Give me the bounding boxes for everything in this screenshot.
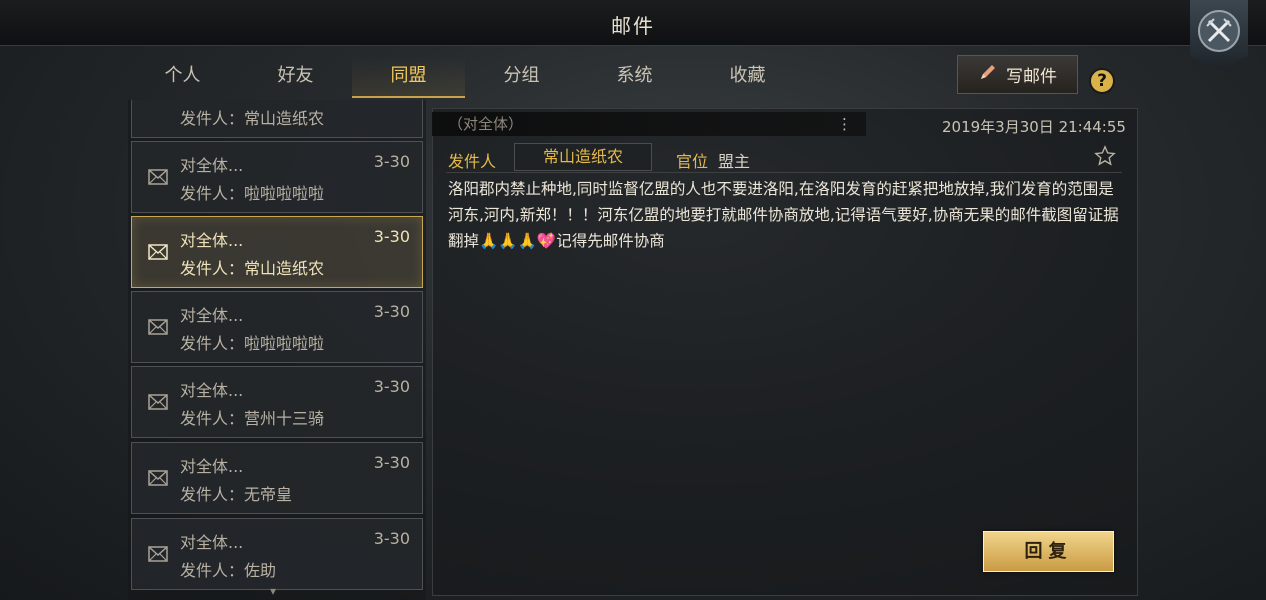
mail-sender: 发件人：常山造纸农	[180, 259, 325, 278]
title-bar: 邮件	[0, 0, 1266, 46]
mail-subject: 对全体...	[180, 533, 244, 552]
more-options-icon[interactable]: ⋮	[837, 112, 852, 136]
mail-sender: 发件人：无帝皇	[180, 485, 293, 504]
star-icon[interactable]	[1094, 145, 1116, 171]
tab-favorites[interactable]: 收藏	[691, 56, 804, 98]
mail-date: 3-30	[373, 152, 410, 171]
mail-subject: 对全体...	[180, 381, 244, 400]
close-button[interactable]	[1190, 0, 1248, 70]
write-mail-button[interactable]: 写邮件	[957, 55, 1078, 94]
mail-subject: 对全体...	[180, 457, 244, 476]
mail-list: 发件人：常山造纸农 对全体... 3-30 发件人：啦啦啦啦啦 对全体... 3…	[128, 100, 426, 600]
write-mail-label: 写邮件	[1006, 67, 1057, 87]
window-title: 邮件	[611, 14, 655, 38]
mail-sender: 发件人：佐助	[180, 561, 277, 580]
mail-date: 3-30	[373, 377, 410, 396]
list-item-selected[interactable]: 对全体... 3-30 发件人：常山造纸农	[131, 216, 423, 288]
mail-subject: 对全体...	[180, 306, 244, 325]
tab-groups[interactable]: 分组	[465, 56, 578, 98]
recipient-label: （对全体）	[448, 115, 524, 133]
rank-value: 盟主	[718, 152, 751, 171]
crossed-swords-icon	[1198, 10, 1240, 52]
list-item[interactable]: 发件人：常山造纸农	[131, 100, 423, 138]
tab-friends[interactable]: 好友	[239, 56, 352, 98]
mail-date: 3-30	[373, 227, 410, 246]
tab-system[interactable]: 系统	[578, 56, 691, 98]
help-button[interactable]: ?	[1089, 68, 1115, 94]
scroll-down-icon[interactable]: ▾	[270, 584, 276, 598]
mail-body: 洛阳郡内禁止种地,同时监督亿盟的人也不要进洛阳,在洛阳发育的赶紧把地放掉,我们发…	[448, 180, 1119, 250]
mail-date: 3-30	[373, 529, 410, 548]
list-item[interactable]: 对全体... 3-30 发件人：啦啦啦啦啦	[131, 291, 423, 363]
list-item[interactable]: 对全体... 3-30 发件人：佐助	[131, 518, 423, 590]
mail-sender: 发件人：啦啦啦啦啦	[180, 334, 325, 353]
sender-label: 发件人	[448, 152, 497, 171]
envelope-icon	[148, 169, 168, 189]
envelope-icon	[148, 319, 168, 339]
tab-personal[interactable]: 个人	[126, 56, 239, 98]
mail-tabs: 个人 好友 同盟 分组 系统 收藏	[126, 56, 804, 98]
mail-date: 3-30	[373, 453, 410, 472]
mail-subject: 对全体...	[180, 156, 244, 175]
mail-sender: 发件人：营州十三骑	[180, 409, 325, 428]
envelope-icon	[148, 394, 168, 414]
reply-button[interactable]: 回复	[983, 531, 1114, 572]
list-item[interactable]: 对全体... 3-30 发件人：营州十三骑	[131, 366, 423, 438]
mail-sender: 发件人：啦啦啦啦啦	[180, 184, 325, 203]
list-item[interactable]: 对全体... 3-30 发件人：啦啦啦啦啦	[131, 141, 423, 213]
pencil-icon	[978, 62, 998, 87]
mail-meta-row: 发件人 常山造纸农 官位 盟主	[446, 143, 1122, 173]
list-item[interactable]: 对全体... 3-30 发件人：无帝皇	[131, 442, 423, 514]
envelope-icon	[148, 470, 168, 490]
sender-name[interactable]: 常山造纸农	[514, 143, 652, 171]
recipient-bar: （对全体） ⋮	[432, 112, 866, 136]
envelope-icon	[148, 546, 168, 566]
mail-date: 3-30	[373, 302, 410, 321]
tab-alliance[interactable]: 同盟	[352, 56, 465, 98]
rank-label: 官位	[676, 152, 709, 171]
mail-sender: 发件人：常山造纸农	[180, 109, 325, 128]
envelope-icon	[148, 244, 168, 264]
mail-timestamp: 2019年3月30日 21:44:55	[942, 118, 1126, 136]
mail-subject: 对全体...	[180, 231, 244, 250]
